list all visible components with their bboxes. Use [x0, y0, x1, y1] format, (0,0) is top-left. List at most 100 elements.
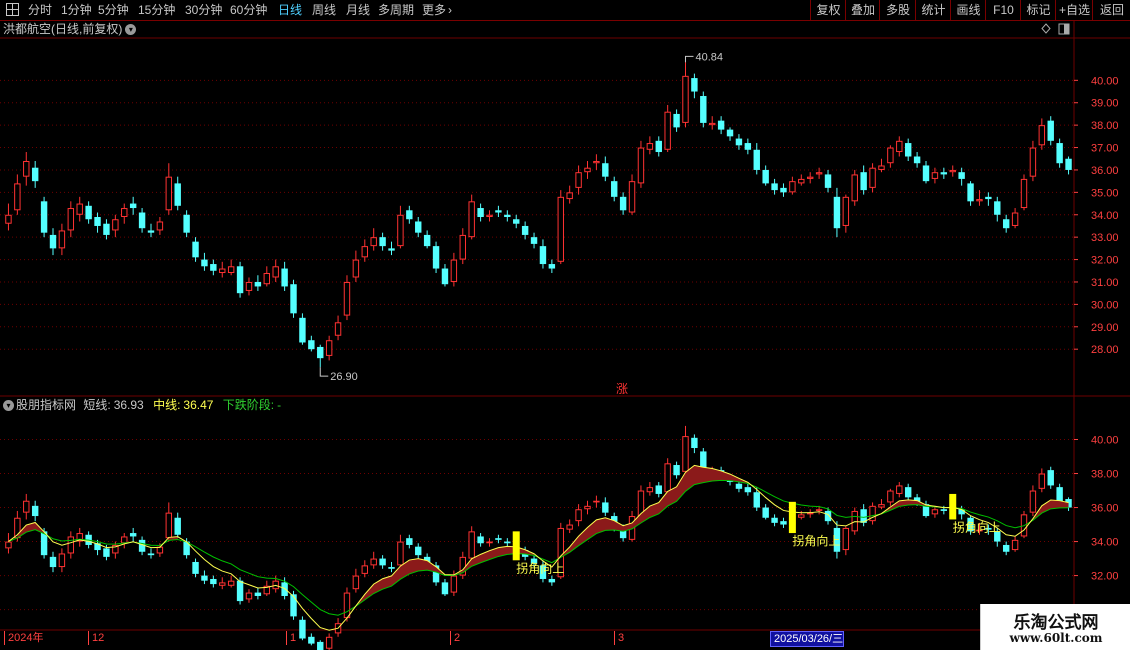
price-candle: [23, 160, 30, 177]
price-candle: [575, 172, 582, 188]
indicator-candle: [673, 465, 680, 476]
price-candle: [691, 78, 698, 92]
price-tick-label: 35.00: [1091, 187, 1119, 199]
price-candle: [352, 259, 360, 278]
price-candle: [459, 234, 466, 260]
price-candle: [254, 281, 262, 287]
price-candle: [1029, 147, 1037, 177]
price-tick-label: 29.00: [1091, 322, 1119, 334]
date-label-0: 2024年: [4, 631, 43, 645]
indicator-candle: [103, 548, 110, 557]
price-candle: [762, 169, 769, 184]
price-candle: [789, 181, 796, 193]
price-candle: [236, 266, 244, 294]
watermark-logo: 乐淘公式网 www.60lt.com: [980, 604, 1130, 650]
indicator-candle: [931, 509, 939, 515]
price-candle: [815, 172, 823, 175]
indicator-candle: [566, 524, 573, 530]
kline-chart[interactable]: 28.00 29.00 30.00 31.00 32.00 33.00 34.00 35.00…: [0, 0, 1130, 650]
price-candle: [317, 346, 324, 359]
price-candle: [67, 208, 75, 231]
indicator-candle: [753, 492, 760, 508]
price-candle: [504, 214, 511, 217]
indicator-candle: [352, 575, 360, 590]
indicator-candle: [842, 527, 850, 551]
price-candle: [806, 176, 814, 179]
price-candle: [744, 143, 752, 150]
price-candle: [896, 140, 903, 153]
price-candle: [1047, 120, 1054, 141]
indicator-candle: [49, 556, 57, 568]
price-candle: [5, 214, 12, 224]
price-candle: [129, 203, 137, 209]
price-candle: [842, 196, 850, 226]
price-candle: [637, 147, 645, 184]
indicator-candle: [210, 578, 217, 585]
indicator-tick-label: 38.00: [1091, 469, 1119, 481]
price-candle: [530, 237, 538, 244]
price-candle: [557, 196, 564, 262]
price-candle: [931, 172, 939, 179]
indicator-candle: [388, 567, 395, 569]
price-candle: [397, 214, 404, 247]
price-candle: [602, 163, 609, 177]
price-candle: [780, 187, 787, 193]
indicator-candle: [504, 541, 511, 544]
price-candle: [245, 281, 253, 291]
indicator-candle: [129, 533, 137, 537]
price-candle: [753, 149, 760, 170]
indicator-candle: [744, 487, 752, 493]
indicator-candle: [450, 575, 458, 593]
price-candle: [913, 156, 921, 164]
indicator-candle: [1011, 539, 1019, 551]
indicator-candle: [254, 592, 262, 596]
indicator-candle: [664, 463, 671, 493]
price-candle: [406, 210, 413, 220]
indicator-candle: [824, 510, 832, 522]
indicator-candle: [201, 575, 208, 581]
price-candle: [548, 264, 556, 269]
price-candle: [949, 169, 956, 173]
date-label-5: 2025/03/26/三: [770, 631, 845, 647]
price-candle: [432, 246, 440, 269]
price-candle: [1065, 158, 1072, 170]
indicator-candle: [682, 436, 689, 472]
price-tick-label: 28.00: [1091, 344, 1119, 356]
price-candle: [121, 208, 128, 218]
indicator-candle: [415, 546, 422, 556]
price-candle: [85, 205, 92, 220]
indicator-candle: [655, 485, 662, 494]
indicator-candle: [495, 538, 502, 540]
indicator-tick-label: 32.00: [1091, 571, 1119, 583]
price-candle: [165, 176, 173, 211]
price-candle: [361, 246, 368, 258]
price-candle: [619, 196, 627, 211]
signal-bar: [512, 531, 520, 561]
indicator-candle: [343, 592, 351, 619]
price-candle: [138, 212, 146, 229]
indicator-tick-label: 34.00: [1091, 537, 1119, 549]
price-tick-label: 32.00: [1091, 255, 1119, 267]
price-candle: [58, 230, 66, 249]
watermark-url: www.60lt.com: [1009, 631, 1103, 645]
price-tick-label: 37.00: [1091, 143, 1119, 155]
price-candle: [940, 172, 948, 175]
price-candle: [210, 264, 217, 271]
price-candle: [513, 219, 520, 224]
indicator-candle: [904, 487, 912, 498]
price-candle: [308, 340, 315, 350]
price-candle: [994, 201, 1001, 215]
indicator-tick-label: 40.00: [1091, 435, 1119, 447]
price-candle: [325, 340, 333, 356]
indicator-candle: [584, 505, 591, 510]
date-label-1: 12: [88, 631, 104, 645]
price-candle: [771, 183, 778, 191]
price-candle: [709, 122, 716, 126]
price-candle: [370, 237, 377, 247]
price-candle: [183, 214, 190, 233]
price-candle: [798, 178, 805, 184]
high-marker: [684, 55, 694, 63]
indicator-candle: [1038, 473, 1046, 489]
price-candle: [922, 165, 930, 182]
price-candle: [611, 181, 618, 197]
